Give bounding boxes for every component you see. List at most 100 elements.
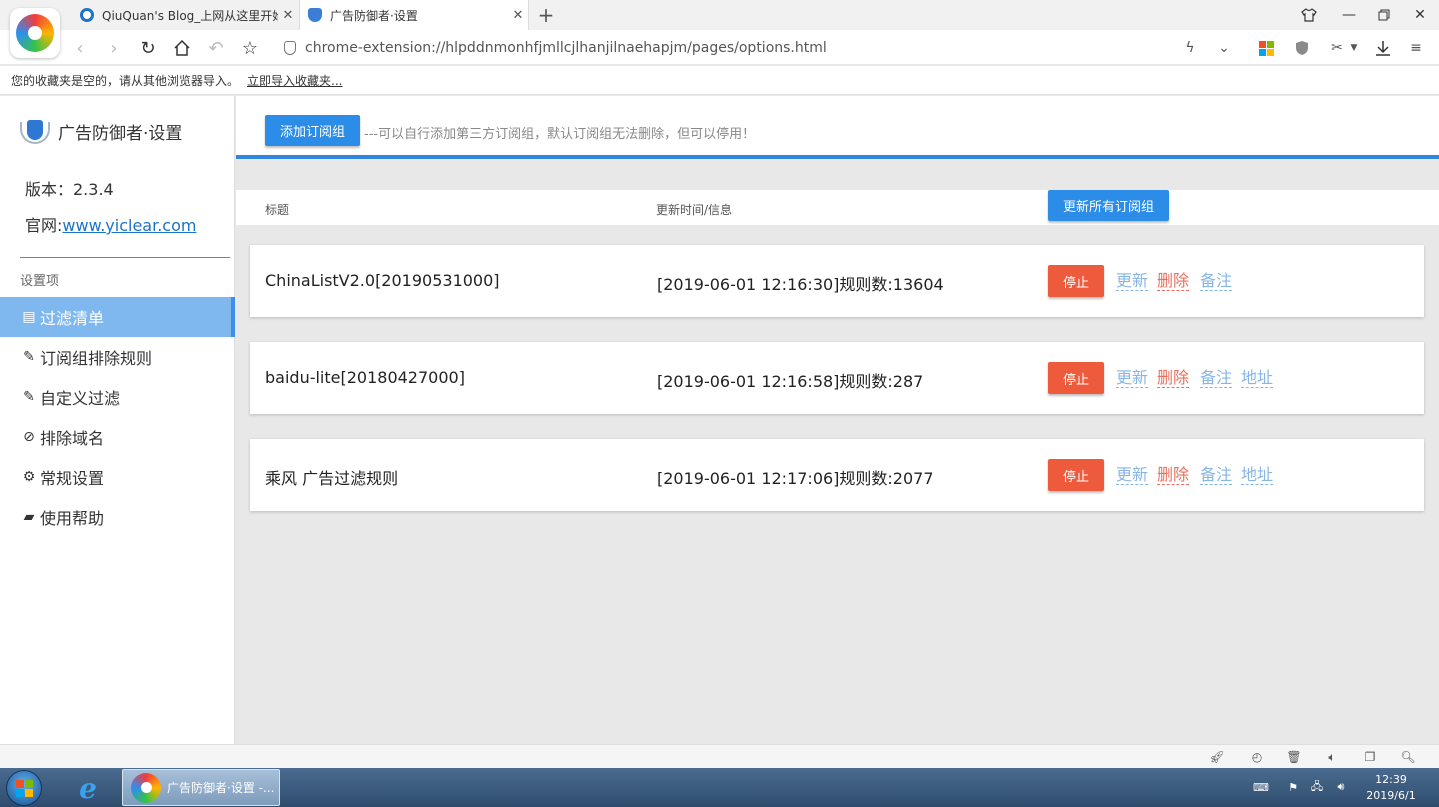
start-button-icon[interactable] — [6, 770, 42, 806]
caret-down-icon[interactable]: ▼ — [1348, 38, 1360, 58]
network-icon[interactable]: 🖧︎ — [1309, 779, 1325, 795]
ban-icon: ⊘ — [23, 429, 35, 445]
website-link[interactable]: www.yiclear.com — [62, 216, 196, 235]
volume-icon[interactable]: 🔈︎ — [1323, 749, 1341, 765]
sidebar-item-5[interactable]: ▰ 使用帮助 — [0, 497, 235, 537]
forward-icon[interactable]: › — [102, 36, 126, 60]
sidebar-menu: ▤ 过滤清单 ✎ 订阅组排除规则 ✎ 自定义过滤 ⊘ 排除域名 ⚙ 常规设置 ▰ 使用帮助 — [0, 297, 235, 537]
address-link[interactable]: 地址 — [1241, 466, 1274, 485]
taskbar-window-browser[interactable]: 广告防御者·设置 -... — [122, 769, 280, 806]
minimize-icon[interactable]: — — [1332, 0, 1366, 30]
note-link[interactable]: 备注 — [1200, 369, 1233, 388]
delete-link[interactable]: 删除 — [1157, 466, 1190, 485]
window-icon[interactable]: ❐ — [1361, 749, 1379, 765]
subscription-row: 乘风 广告过滤规则 [2019-06-01 12:17:06]规则数:2077 停止… — [250, 439, 1424, 511]
trash-icon[interactable]: 🗑︎ — [1285, 749, 1303, 765]
add-subscription-hint: ---可以自行添加第三方订阅组，默认订阅组无法删除，但可以停用！ — [364, 127, 756, 142]
add-subscription-button[interactable]: 添加订阅组 — [265, 115, 360, 146]
adblock-shield-icon[interactable] — [1291, 38, 1313, 58]
import-bookmarks-link[interactable]: 立即导入收藏夹... — [247, 72, 342, 89]
reload-icon[interactable]: ↻ — [136, 36, 160, 60]
apps-grid-icon[interactable] — [1255, 38, 1277, 58]
skin-shirt-icon[interactable] — [1292, 0, 1326, 30]
system-clock[interactable]: 12:39 2019/6/1 — [1360, 772, 1422, 804]
close-tab-icon[interactable]: ✕ — [508, 8, 528, 23]
sidebar-item-4[interactable]: ⚙ 常规设置 — [0, 457, 235, 497]
shield-favicon-icon — [308, 8, 322, 22]
subscription-row: baidu-lite[20180427000] [2019-06-01 12:16… — [250, 342, 1424, 414]
status-bar: 🚀︎ ◴ 🗑︎ 🔈︎ ❐ 🔍︎ — [0, 744, 1439, 768]
app-brand: 广告防御者·设置 — [20, 118, 182, 144]
stop-button[interactable]: 停止 — [1048, 459, 1104, 491]
new-tab-plus-icon[interactable]: + — [534, 3, 558, 27]
book-icon: ▰ — [23, 509, 35, 525]
stop-button[interactable]: 停止 — [1048, 265, 1104, 297]
sidebar-item-1[interactable]: ✎ 订阅组排除规则 — [0, 337, 235, 377]
delete-link[interactable]: 删除 — [1157, 272, 1190, 291]
shield-laurel-logo-icon — [20, 118, 50, 144]
app-title: 广告防御者·设置 — [58, 123, 183, 144]
sidebar-item-label: 排除域名 — [40, 429, 105, 448]
sidebar-item-label: 自定义过滤 — [40, 389, 121, 408]
table-header: 标题 更新时间/信息 更新所有订阅组 — [236, 190, 1439, 225]
note-link[interactable]: 备注 — [1200, 466, 1233, 485]
lightning-mode-icon[interactable]: ϟ — [1179, 38, 1201, 58]
home-icon[interactable] — [170, 36, 194, 60]
pencil-icon: ✎ — [23, 349, 35, 365]
address-link[interactable]: 地址 — [1241, 369, 1274, 388]
url-text[interactable]: chrome-extension://hlpddnmonhfjmllcjlhan… — [305, 40, 827, 56]
sidebar: 广告防御者·设置 版本：2.3.4 官网:www.yiclear.com 设置项… — [0, 96, 235, 744]
update-all-subscriptions-button[interactable]: 更新所有订阅组 — [1048, 190, 1169, 221]
sidebar-item-label: 使用帮助 — [40, 509, 105, 528]
sidebar-item-3[interactable]: ⊘ 排除域名 — [0, 417, 235, 457]
subscription-title: 乘风 广告过滤规则 — [265, 469, 399, 488]
list-icon: ▤ — [22, 309, 36, 325]
zoom-icon[interactable]: 🔍︎ — [1399, 749, 1417, 765]
taskbar: e 广告防御者·设置 -... ⌨ ⚑ 🖧︎ 🔊︎ 12:39 2019/6/1 — [0, 768, 1439, 807]
hamburger-menu-icon[interactable]: ≡ — [1405, 38, 1427, 58]
taskbar-window-title: 广告防御者·设置 -... — [167, 781, 275, 795]
stop-button[interactable]: 停止 — [1048, 362, 1104, 394]
maximize-icon[interactable] — [1367, 0, 1401, 30]
clock-date: 2019/6/1 — [1366, 789, 1416, 802]
chevron-down-icon[interactable]: ⌄ — [1213, 38, 1235, 58]
sidebar-item-label: 过滤清单 — [40, 309, 105, 328]
sidebar-item-label: 订阅组排除规则 — [40, 349, 153, 368]
delete-link[interactable]: 删除 — [1157, 369, 1190, 388]
keyboard-icon[interactable]: ⌨ — [1253, 779, 1269, 795]
website-label: 官网: — [25, 216, 63, 235]
sidebar-item-0[interactable]: ▤ 过滤清单 — [0, 297, 235, 337]
rocket-icon[interactable]: 🚀︎ — [1208, 749, 1226, 765]
settings-section-label: 设置项 — [20, 274, 60, 289]
update-link[interactable]: 更新 — [1116, 466, 1149, 485]
clock-time: 12:39 — [1375, 773, 1407, 786]
internet-explorer-icon[interactable]: e — [72, 772, 104, 805]
back-icon[interactable]: ‹ — [68, 36, 92, 60]
update-link[interactable]: 更新 — [1116, 272, 1149, 291]
security-shield-icon — [284, 41, 296, 55]
update-link[interactable]: 更新 — [1116, 369, 1149, 388]
scissors-screenshot-icon[interactable]: ✂ — [1326, 38, 1348, 58]
bookmarks-empty-text: 您的收藏夹是空的，请从其他浏览器导入。 — [11, 73, 240, 88]
tab-qiuquan-blog[interactable]: QiuQuan's Blog_上网从这里开始 ✕ — [72, 0, 298, 30]
star-bookmark-icon[interactable]: ☆ — [238, 36, 262, 60]
volume-tray-icon[interactable]: 🔊︎ — [1333, 779, 1349, 795]
speed-dial-icon[interactable]: ◴ — [1248, 749, 1266, 765]
tab-title: 广告防御者·设置 — [330, 8, 418, 23]
undo-close-tab-icon[interactable]: ↶ — [204, 36, 228, 60]
browser-logo-icon[interactable] — [10, 8, 60, 58]
main-content: 添加订阅组 ---可以自行添加第三方订阅组，默认订阅组无法删除，但可以停用！ 标… — [236, 96, 1439, 744]
column-header-title: 标题 — [265, 203, 290, 217]
gears-icon: ⚙ — [22, 469, 36, 485]
subscription-info: [2019-06-01 12:17:06]规则数:2077 — [657, 469, 934, 488]
tab-bar: QiuQuan's Blog_上网从这里开始 ✕ 广告防御者·设置 ✕ + — … — [0, 0, 1439, 58]
tab-adblock-settings[interactable]: 广告防御者·设置 ✕ — [299, 0, 529, 30]
note-link[interactable]: 备注 — [1200, 272, 1233, 291]
address-bar[interactable]: chrome-extension://hlpddnmonhfjmllcjlhan… — [284, 35, 1214, 61]
close-window-icon[interactable]: ✕ — [1403, 0, 1437, 30]
action-center-flag-icon[interactable]: ⚑ — [1285, 779, 1301, 795]
close-tab-icon[interactable]: ✕ — [278, 8, 298, 23]
download-icon[interactable] — [1372, 38, 1394, 58]
subscription-info: [2019-06-01 12:16:30]规则数:13604 — [657, 275, 944, 294]
sidebar-item-2[interactable]: ✎ 自定义过滤 — [0, 377, 235, 417]
